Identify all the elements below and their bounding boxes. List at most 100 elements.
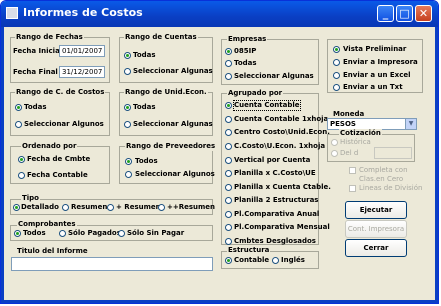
agrupado-option-label: Planilla 2 Estructuras: [234, 196, 319, 204]
comprobantes-todos-radio[interactable]: [14, 230, 21, 237]
agrupado-option-label: Planilla x C.Costo\UE: [234, 169, 316, 177]
minimize-button[interactable]: _: [377, 5, 394, 22]
comprobantes-sin-pagar-radio[interactable]: [118, 230, 125, 237]
group-title-tipo: Tipo: [21, 194, 40, 203]
cotizacion-dia-input[interactable]: [374, 147, 412, 159]
salida-option-label: Vista Preliminar: [343, 45, 407, 53]
estructura-ingles-radio[interactable]: [272, 257, 279, 264]
cuentas-seleccionar-radio[interactable]: [124, 68, 131, 75]
group-title-comprobantes: Comprobantes: [17, 220, 77, 229]
cuentas-todas-radio[interactable]: [124, 52, 131, 59]
salida-option-label: Enviar a un Excel: [343, 71, 411, 79]
empresa-seleccionar-radio[interactable]: [225, 73, 232, 80]
agrupado-radio[interactable]: [225, 129, 232, 136]
ordenado-fecha-cmbte-radio[interactable]: [18, 156, 25, 163]
fecha-final-input[interactable]: 31/12/2007: [59, 66, 105, 78]
agrupado-option-label: Vertical por Cuenta: [234, 156, 311, 164]
salida-excel-radio[interactable]: [333, 72, 340, 79]
salida-txt-radio[interactable]: [333, 84, 340, 91]
tipo-mas-mas-resumen-radio[interactable]: [158, 204, 165, 211]
agrupado-radio[interactable]: [225, 224, 232, 231]
group-title-cotizacion: Cotización: [339, 129, 382, 138]
tipo-option-label: ++Resumen: [167, 203, 216, 211]
informes-window: Informes de Costos _ □ ✕ Rango de Fechas…: [0, 0, 439, 304]
tipo-resumen-radio[interactable]: [62, 204, 69, 211]
group-title-estructura: Estructura: [227, 246, 271, 255]
empresa-option-label: Todas: [234, 59, 257, 67]
group-title-agrupado: Agrupado por: [227, 89, 284, 98]
tipo-detallado-radio[interactable]: [13, 204, 20, 211]
agrupado-radio[interactable]: [225, 143, 232, 150]
titulo-informe-input[interactable]: [11, 257, 213, 271]
unid-seleccionar-radio[interactable]: [124, 121, 131, 128]
ccostos-seleccionar-label: Seleccionar Algunos: [24, 120, 104, 128]
group-rango-unid: [119, 92, 213, 136]
agrupado-radio[interactable]: [225, 157, 232, 164]
cotizacion-dia-label: Del d: [340, 149, 359, 157]
salida-option-label: Enviar a un Txt: [343, 83, 403, 91]
agrupado-option-label: Pl.Comparativa Anual: [234, 210, 320, 218]
proveedores-todos-radio[interactable]: [125, 158, 132, 165]
empresa-option-label: 085IP: [234, 47, 257, 55]
ccostos-todas-radio[interactable]: [15, 104, 22, 111]
ordenado-fecha-contable-radio[interactable]: [18, 172, 25, 179]
agrupado-option-label: Centro Costo\Unid.Econ.: [234, 128, 330, 136]
fecha-inicial-input[interactable]: 01/01/2007: [59, 45, 105, 57]
group-title-ccostos: Rango de C. de Costos: [15, 88, 106, 97]
app-icon: [6, 7, 18, 19]
comprobantes-pagados-radio[interactable]: [59, 230, 66, 237]
ejecutar-button[interactable]: Ejecutar: [345, 201, 407, 219]
cotizacion-dia-radio[interactable]: [331, 150, 338, 157]
agrupado-option-label: C.Costo\U.Econ. 1xhoja: [234, 142, 326, 150]
empresa-option-label: Seleccionar Algunas: [234, 72, 314, 80]
proveedores-seleccionar-radio[interactable]: [125, 171, 132, 178]
estructura-contable-radio[interactable]: [225, 257, 232, 264]
agrupado-radio[interactable]: [225, 116, 232, 123]
group-title-fechas: Rango de Fechas: [15, 33, 84, 42]
group-title-unid: Rango de Unid.Econ.: [124, 88, 208, 97]
chevron-down-icon[interactable]: ▼: [405, 119, 416, 129]
estructura-option-label: Inglés: [281, 256, 305, 264]
maximize-button[interactable]: □: [396, 5, 413, 22]
group-title-ordenado: Ordenado por: [21, 142, 78, 151]
agrupado-radio[interactable]: [225, 184, 232, 191]
group-title-cuentas: Rango de Cuentas: [124, 33, 198, 42]
cotizacion-historica-radio[interactable]: [331, 139, 338, 146]
lineas-division-checkbox[interactable]: [349, 185, 356, 192]
empresa-085ip-radio[interactable]: [225, 48, 232, 55]
group-title-proveedores: Rango de Preveedores: [125, 142, 217, 151]
ccostos-seleccionar-radio[interactable]: [15, 121, 22, 128]
empresa-todas-radio[interactable]: [225, 60, 232, 67]
ordenado-option-label: Fecha de Cmbte: [27, 155, 91, 163]
agrupado-radio[interactable]: [225, 102, 232, 109]
group-rango-ccostos: [10, 92, 110, 136]
agrupado-option-label: Cuenta Contable 1xhoja: [234, 115, 329, 123]
title-bar: Informes de Costos _ □ ✕: [1, 1, 438, 27]
comprobantes-option-label: Sólo Pagados: [68, 229, 121, 237]
unid-todas-radio[interactable]: [124, 104, 131, 111]
tipo-mas-resumen-radio[interactable]: [107, 204, 114, 211]
ccostos-todas-label: Todas: [24, 103, 47, 111]
completa-clas-cero-checkbox[interactable]: [349, 167, 356, 174]
fecha-final-label: Fecha Final: [13, 68, 58, 76]
proveedores-todos-label: Todos: [135, 157, 158, 165]
agrupado-radio[interactable]: [225, 211, 232, 218]
tipo-option-label: + Resumen: [116, 203, 161, 211]
agrupado-radio[interactable]: [225, 238, 232, 245]
group-rango-cuentas: [119, 37, 213, 83]
cerrar-button[interactable]: Cerrar: [345, 239, 407, 257]
unid-todas-label: Todas: [133, 103, 156, 111]
agrupado-radio[interactable]: [225, 197, 232, 204]
titulo-informe-label: Titulo del Informe: [17, 247, 88, 255]
lineas-division-label: Lineas de División: [359, 184, 423, 192]
close-button[interactable]: ✕: [415, 5, 432, 22]
tipo-option-label: Resumen: [71, 203, 108, 211]
agrupado-option-label: Planilla x Cuenta Ctable.: [234, 183, 331, 191]
salida-impresora-radio[interactable]: [333, 59, 340, 66]
agrupado-option-label: Cuenta Contable: [233, 100, 301, 111]
agrupado-option-label: Pl.Comparativa Mensual: [234, 223, 330, 231]
agrupado-radio[interactable]: [225, 170, 232, 177]
cont-impresora-button[interactable]: Cont. Impresora: [345, 220, 407, 238]
completa-clas-cero-label: Completa con Clas.en Cero: [359, 166, 408, 183]
salida-vista-preliminar-radio[interactable]: [333, 46, 340, 53]
